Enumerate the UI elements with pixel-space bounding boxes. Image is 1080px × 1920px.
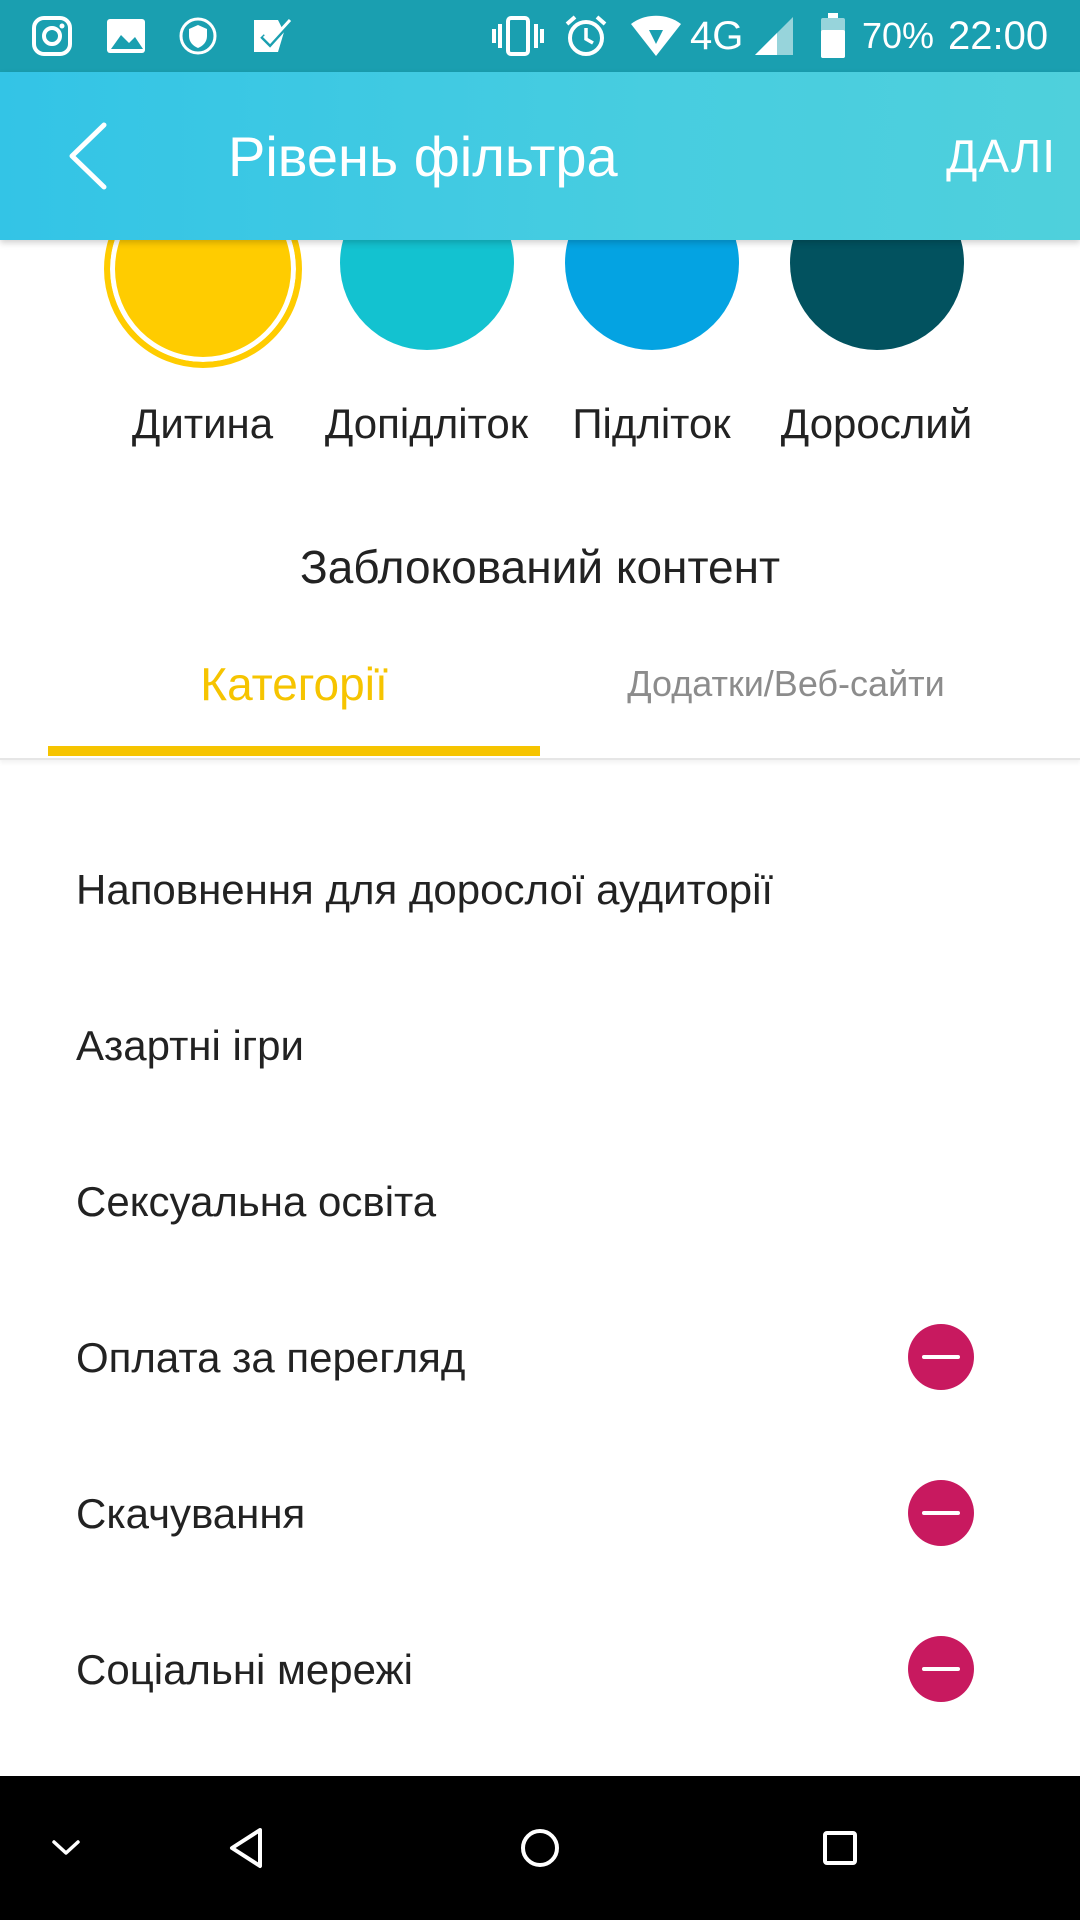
tab-apps-websites[interactable]: Додатки/Веб-сайти [540, 610, 1032, 758]
next-button[interactable]: ДАЛІ [946, 124, 1056, 188]
category-label: Соціальні мережі [76, 1646, 413, 1693]
network-type: 4G [690, 14, 744, 58]
back-button[interactable] [48, 112, 128, 200]
chevron-down-icon [52, 1840, 80, 1855]
chevron-left-icon [69, 122, 107, 190]
remove-button[interactable] [908, 1480, 974, 1546]
hide-keyboard-button[interactable] [30, 1812, 102, 1884]
minus-icon [922, 1511, 960, 1515]
tab-categories[interactable]: Категорії [48, 610, 540, 758]
minus-icon [922, 1667, 960, 1671]
category-label: Скачування [76, 1490, 306, 1537]
list-item[interactable]: Скачування [0, 1436, 1080, 1592]
category-label: Сексуальна освіта [76, 1178, 437, 1225]
wifi-icon [628, 14, 684, 58]
task-check-icon [248, 14, 296, 58]
level-label: Підліток [572, 400, 731, 447]
back-triangle-icon [230, 1828, 262, 1868]
level-label: Допідліток [324, 400, 529, 447]
category-label: Наповнення для дорослої аудиторії [76, 866, 774, 913]
remove-button[interactable] [908, 1324, 974, 1390]
list-item[interactable]: Соціальні мережі [0, 1592, 1080, 1748]
list-item[interactable]: Азартні ігри [0, 968, 1080, 1124]
gallery-icon [104, 14, 148, 58]
list-item[interactable]: Оплата за перегляд [0, 1280, 1080, 1436]
signal-icon [752, 14, 796, 58]
alarm-icon [562, 14, 610, 58]
level-label: Дитина [131, 400, 274, 447]
nav-back-button[interactable] [210, 1812, 282, 1884]
battery-percent: 70% [862, 15, 935, 56]
home-circle-icon [521, 1829, 559, 1867]
blocked-content-title: Заблокований контент [299, 541, 781, 593]
content-tabs: Категорії Додатки/Веб-сайти [0, 610, 1080, 760]
nav-recents-button[interactable] [804, 1812, 876, 1884]
category-label: Оплата за перегляд [76, 1334, 466, 1381]
level-label: Дорослий [780, 400, 973, 447]
recents-square-icon [823, 1831, 857, 1865]
minus-icon [922, 1355, 960, 1359]
navigation-bar [0, 1776, 1080, 1920]
status-time: 22:00 [948, 14, 1049, 58]
list-item[interactable]: Сексуальна освіта [0, 1124, 1080, 1280]
battery-icon [818, 13, 848, 58]
vibrate-icon [490, 14, 546, 58]
category-list: Наповнення для дорослої аудиторії Азартн… [0, 812, 1080, 1748]
category-label: Азартні ігри [76, 1022, 304, 1069]
remove-button[interactable] [908, 1636, 974, 1702]
shield-vpn-icon [176, 14, 220, 58]
status-bar: 4G 70% 22:00 [0, 0, 1080, 72]
list-item[interactable]: Наповнення для дорослої аудиторії [0, 812, 1080, 968]
tab-indicator [48, 746, 540, 756]
page-title: Рівень фільтра [228, 125, 618, 188]
app-bar: Рівень фільтра ДАЛІ [0, 72, 1080, 240]
instagram-icon [30, 14, 74, 58]
nav-home-button[interactable] [504, 1812, 576, 1884]
screen: 4G 70% 22:00 Рівень фільтра ДАЛІ Дитина … [0, 0, 1080, 1920]
